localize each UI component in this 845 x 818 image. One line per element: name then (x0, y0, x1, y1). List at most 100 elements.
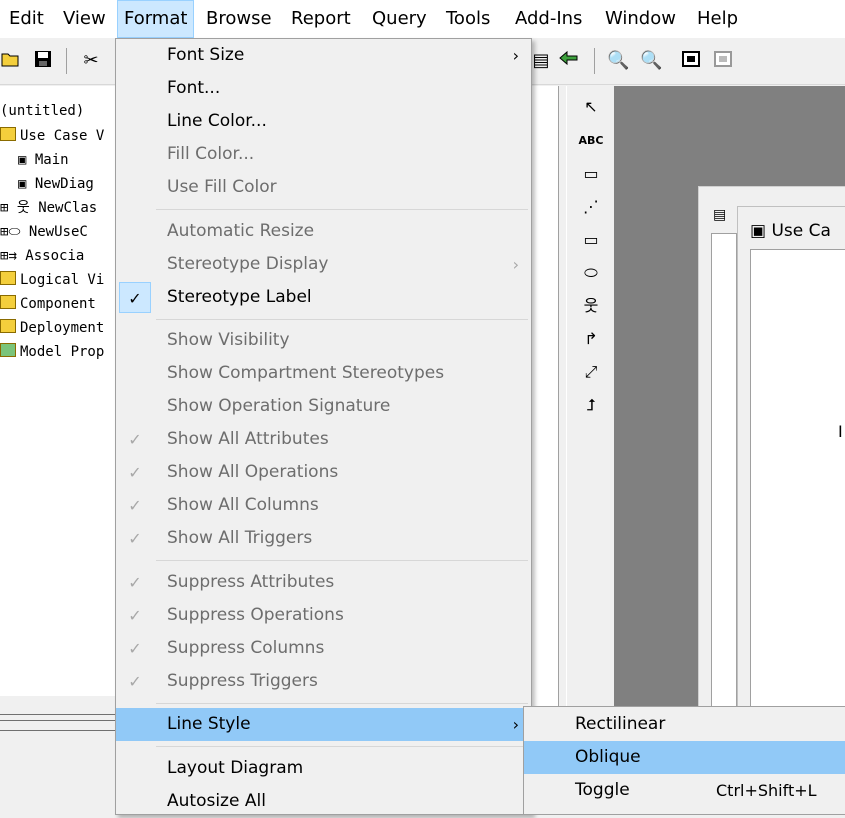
text-tool-icon[interactable]: ABC (577, 128, 605, 154)
menu-item-stereotype-display[interactable]: Stereotype Display › (116, 248, 531, 281)
folder-icon (0, 127, 16, 141)
cut-icon[interactable]: ✂ (80, 50, 102, 72)
open-icon[interactable] (0, 50, 22, 72)
tree-item[interactable]: ▣ Main (18, 149, 69, 171)
generalization-tool-icon[interactable]: ⮥ (577, 392, 605, 418)
submenu-item-rectilinear[interactable]: Rectilinear (524, 708, 845, 741)
menu-window[interactable]: Window (599, 0, 682, 38)
menu-item-show-visibility[interactable]: Show Visibility (116, 324, 531, 357)
diagram-canvas[interactable] (750, 249, 845, 713)
check-icon: ✓ (128, 606, 142, 625)
toolbar-separator (66, 48, 67, 74)
tree-item[interactable]: Component (0, 293, 96, 315)
fit-window-icon[interactable] (680, 50, 702, 72)
folder-icon (0, 295, 16, 309)
save-icon[interactable] (32, 50, 54, 72)
association-tool-icon[interactable]: ↱ (577, 326, 605, 352)
menu-browse[interactable]: Browse (200, 0, 278, 38)
menu-item-automatic-resize[interactable]: Automatic Resize (116, 215, 531, 248)
tree-item[interactable]: ⊞⇉ Associa (0, 245, 84, 267)
chevron-right-icon: › (512, 255, 519, 274)
menu-item-line-style[interactable]: Line Style › (116, 708, 531, 741)
zoom-in-icon[interactable]: 🔍 (607, 50, 629, 72)
dependency-tool-icon[interactable]: ⤢ (577, 359, 605, 385)
diagram-icon: ▣ (18, 152, 35, 168)
diagram-window[interactable]: ▣ Use Ca (737, 206, 845, 713)
menu-item-show-operation-signature[interactable]: Show Operation Signature (116, 390, 531, 423)
check-icon: ✓ (128, 529, 142, 548)
diagram-icon[interactable]: ▤ (530, 50, 552, 72)
menu-item-fill-color[interactable]: Fill Color... (116, 138, 531, 171)
menu-item-suppress-columns[interactable]: ✓ Suppress Columns (116, 632, 531, 665)
menu-edit[interactable]: Edit (3, 0, 50, 38)
menu-item-show-compartment-stereotypes[interactable]: Show Compartment Stereotypes (116, 357, 531, 390)
menu-item-show-all-triggers[interactable]: ✓ Show All Triggers (116, 522, 531, 555)
menu-item-stereotype-label[interactable]: ✓ Stereotype Label (116, 281, 531, 314)
canvas-text: I (838, 422, 843, 441)
use-case-icon: ⬭ (8, 224, 29, 240)
menu-item-show-all-columns[interactable]: ✓ Show All Columns (116, 489, 531, 522)
menu-item-show-all-operations[interactable]: ✓ Show All Operations (116, 456, 531, 489)
model-properties-icon (0, 343, 16, 357)
menu-separator (156, 703, 528, 704)
menu-item-show-all-attributes[interactable]: ✓ Show All Attributes (116, 423, 531, 456)
menu-separator (156, 746, 528, 747)
menu-report[interactable]: Report (285, 0, 357, 38)
actor-icon: 웃 (8, 200, 39, 216)
use-case-tool-icon[interactable]: ⬭ (577, 260, 605, 286)
association-icon: ⇉ (8, 248, 26, 264)
undo-fit-icon[interactable] (712, 50, 734, 72)
anchor-note-tool-icon[interactable]: ⋰ (577, 194, 605, 220)
format-menu: Font Size › Font... Line Color... Fill Co… (115, 38, 532, 815)
check-icon: ✓ (128, 430, 142, 449)
tree-item[interactable]: ⊞ 웃 NewClas (0, 197, 97, 219)
package-tool-icon[interactable]: ▭ (577, 227, 605, 253)
tree-item[interactable]: ⊞⬭ NewUseC (0, 221, 88, 243)
splitter (0, 720, 115, 721)
check-icon: ✓ (128, 463, 142, 482)
toolbar-separator (594, 48, 595, 74)
menu-item-font-size[interactable]: Font Size › (116, 39, 531, 72)
menu-item-use-fill-color[interactable]: Use Fill Color (116, 171, 531, 204)
line-style-submenu: Rectilinear Oblique Toggle Ctrl+Shift+L (523, 706, 845, 815)
note-tool-icon[interactable]: ▭ (577, 161, 605, 187)
check-icon: ✓ (128, 672, 142, 691)
menu-tools[interactable]: Tools (440, 0, 496, 38)
splitter[interactable] (0, 714, 115, 715)
menu-format[interactable]: Format (117, 0, 195, 38)
menu-item-suppress-attributes[interactable]: ✓ Suppress Attributes (116, 566, 531, 599)
selection-tool-icon[interactable]: ↖ (577, 94, 605, 120)
folder-icon (0, 271, 16, 285)
actor-tool-icon[interactable]: 웃 (577, 293, 605, 319)
back-arrow-icon[interactable] (558, 50, 580, 72)
tree-item[interactable]: Use Case V (0, 125, 104, 147)
menu-item-line-color[interactable]: Line Color... (116, 105, 531, 138)
chevron-right-icon: › (512, 715, 519, 734)
diagram-icon: ▣ (750, 221, 772, 241)
tree-item[interactable]: ▣ NewDiag (18, 173, 94, 195)
menu-item-suppress-operations[interactable]: ✓ Suppress Operations (116, 599, 531, 632)
chevron-right-icon: › (512, 46, 519, 65)
tree-item[interactable]: Logical Vi (0, 269, 104, 291)
menu-item-layout-diagram[interactable]: Layout Diagram (116, 752, 531, 785)
menu-query[interactable]: Query (366, 0, 433, 38)
menu-view[interactable]: View (57, 0, 112, 38)
check-icon: ✓ (128, 573, 142, 592)
menu-help[interactable]: Help (691, 0, 744, 38)
check-icon: ✓ (128, 639, 142, 658)
menu-item-suppress-triggers[interactable]: ✓ Suppress Triggers (116, 665, 531, 698)
check-icon: ✓ (119, 282, 151, 313)
menu-add-ins[interactable]: Add-Ins (509, 0, 588, 38)
submenu-item-toggle[interactable]: Toggle Ctrl+Shift+L (524, 774, 845, 807)
menu-separator (156, 209, 528, 210)
browser-tree: (untitled) Use Case V ▣ Main ▣ NewDiag ⊞… (0, 86, 116, 696)
menu-item-autosize-all[interactable]: Autosize All (116, 785, 531, 818)
zoom-out-icon[interactable]: 🔍 (640, 50, 662, 72)
diagram-icon: ▣ (18, 176, 35, 192)
tree-item[interactable]: Deployment (0, 317, 104, 339)
tree-item[interactable]: (untitled) (0, 100, 84, 122)
splitter (0, 730, 115, 731)
menu-item-font[interactable]: Font... (116, 72, 531, 105)
submenu-item-oblique[interactable]: Oblique (524, 741, 845, 774)
tree-item[interactable]: Model Prop (0, 341, 104, 363)
